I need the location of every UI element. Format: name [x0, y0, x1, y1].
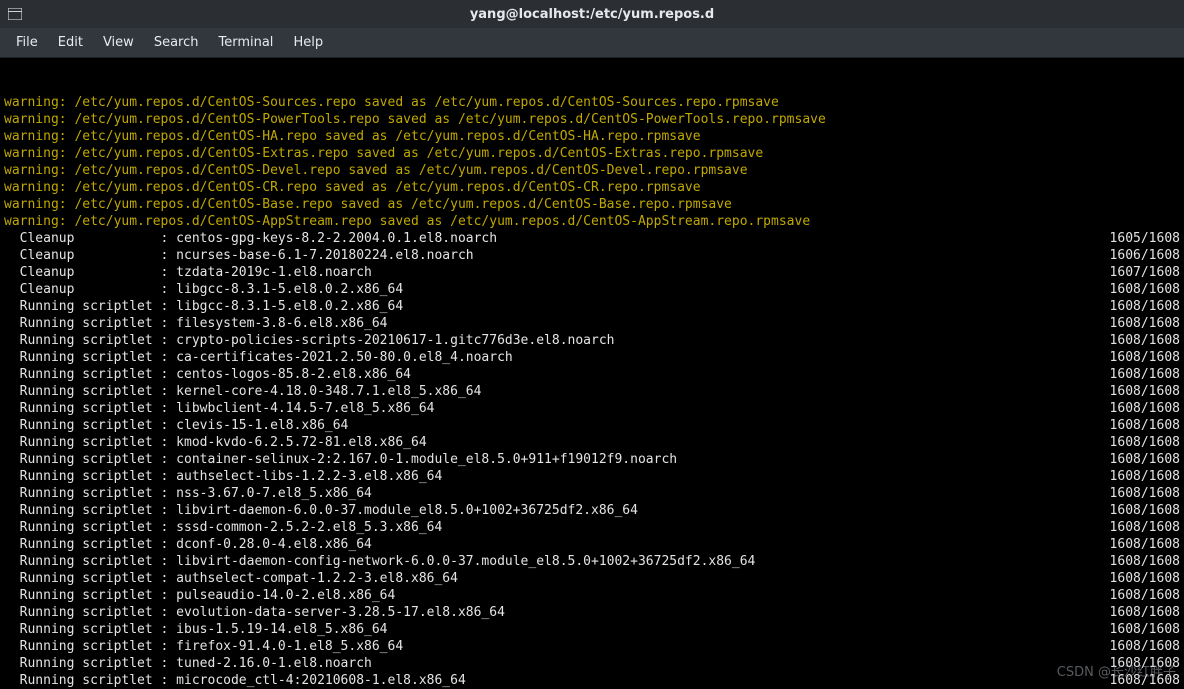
- terminal-row: Running scriptlet : pulseaudio-14.0-2.el…: [4, 587, 1180, 604]
- terminal-line: warning: /etc/yum.repos.d/CentOS-Devel.r…: [4, 162, 1180, 179]
- row-left: Running scriptlet : libwbclient-4.14.5-7…: [4, 400, 434, 417]
- titlebar[interactable]: yang@localhost:/etc/yum.repos.d: [0, 0, 1184, 28]
- row-count: 1607/1608: [1110, 264, 1180, 281]
- terminal-row: Running scriptlet : authselect-compat-1.…: [4, 570, 1180, 587]
- terminal-row: Running scriptlet : clevis-15-1.el8.x86_…: [4, 417, 1180, 434]
- terminal-row: Running scriptlet : libgcc-8.3.1-5.el8.0…: [4, 298, 1180, 315]
- terminal-line: warning: /etc/yum.repos.d/CentOS-Sources…: [4, 94, 1180, 111]
- terminal-row: Running scriptlet : kmod-kvdo-6.2.5.72-8…: [4, 434, 1180, 451]
- app-menu-icon[interactable]: [8, 7, 22, 21]
- menu-view[interactable]: View: [93, 31, 144, 54]
- row-count: 1608/1608: [1110, 468, 1180, 485]
- watermark: CSDN @长沙红胖子: [1057, 664, 1176, 681]
- menubar: File Edit View Search Terminal Help: [0, 28, 1184, 58]
- terminal-row: Running scriptlet : crypto-policies-scri…: [4, 332, 1180, 349]
- row-left: Running scriptlet : evolution-data-serve…: [4, 604, 505, 621]
- terminal-line: warning: /etc/yum.repos.d/CentOS-PowerTo…: [4, 111, 1180, 128]
- row-left: Running scriptlet : kmod-kvdo-6.2.5.72-8…: [4, 434, 427, 451]
- terminal-row: Running scriptlet : libvirt-daemon-6.0.0…: [4, 502, 1180, 519]
- row-count: 1608/1608: [1110, 451, 1180, 468]
- terminal-row: Running scriptlet : container-selinux-2:…: [4, 451, 1180, 468]
- row-count: 1608/1608: [1110, 570, 1180, 587]
- terminal-row: Running scriptlet : libwbclient-4.14.5-7…: [4, 400, 1180, 417]
- terminal-viewport[interactable]: warning: /etc/yum.repos.d/CentOS-Sources…: [0, 58, 1184, 689]
- terminal-row: Running scriptlet : ca-certificates-2021…: [4, 349, 1180, 366]
- terminal-line: warning: /etc/yum.repos.d/CentOS-CR.repo…: [4, 179, 1180, 196]
- row-left: Cleanup : ncurses-base-6.1-7.20180224.el…: [4, 247, 474, 264]
- terminal-row: Running scriptlet : filesystem-3.8-6.el8…: [4, 315, 1180, 332]
- row-count: 1608/1608: [1110, 638, 1180, 655]
- row-count: 1608/1608: [1110, 587, 1180, 604]
- menu-help[interactable]: Help: [283, 31, 333, 54]
- terminal-line: warning: /etc/yum.repos.d/CentOS-Base.re…: [4, 196, 1180, 213]
- row-count: 1608/1608: [1110, 621, 1180, 638]
- row-count: 1606/1608: [1110, 247, 1180, 264]
- row-left: Running scriptlet : crypto-policies-scri…: [4, 332, 614, 349]
- row-left: Running scriptlet : nss-3.67.0-7.el8_5.x…: [4, 485, 372, 502]
- terminal-row: Running scriptlet : centos-logos-85.8-2.…: [4, 366, 1180, 383]
- menu-terminal[interactable]: Terminal: [208, 31, 283, 54]
- row-left: Running scriptlet : libvirt-daemon-6.0.0…: [4, 502, 638, 519]
- terminal-row: Cleanup : tzdata-2019c-1.el8.noarch 1607/…: [4, 264, 1180, 281]
- terminal-row: Running scriptlet : sssd-common-2.5.2-2.…: [4, 519, 1180, 536]
- row-count: 1608/1608: [1110, 400, 1180, 417]
- terminal-row: Running scriptlet : microcode_ctl-4:2021…: [4, 672, 1180, 689]
- row-left: Running scriptlet : ibus-1.5.19-14.el8_5…: [4, 621, 388, 638]
- terminal-line: warning: /etc/yum.repos.d/CentOS-HA.repo…: [4, 128, 1180, 145]
- terminal-row: Running scriptlet : ibus-1.5.19-14.el8_5…: [4, 621, 1180, 638]
- row-left: Running scriptlet : libgcc-8.3.1-5.el8.0…: [4, 298, 403, 315]
- terminal-row: Running scriptlet : firefox-91.4.0-1.el8…: [4, 638, 1180, 655]
- row-count: 1608/1608: [1110, 298, 1180, 315]
- terminal-row: Running scriptlet : tuned-2.16.0-1.el8.n…: [4, 655, 1180, 672]
- row-count: 1608/1608: [1110, 349, 1180, 366]
- row-left: Running scriptlet : firefox-91.4.0-1.el8…: [4, 638, 403, 655]
- terminal-row: Cleanup : ncurses-base-6.1-7.20180224.el…: [4, 247, 1180, 264]
- row-count: 1608/1608: [1110, 315, 1180, 332]
- menu-search[interactable]: Search: [144, 31, 209, 54]
- row-left: Running scriptlet : libvirt-daemon-confi…: [4, 553, 755, 570]
- row-count: 1605/1608: [1110, 230, 1180, 247]
- terminal-row: Running scriptlet : authselect-libs-1.2.…: [4, 468, 1180, 485]
- terminal-row: Running scriptlet : evolution-data-serve…: [4, 604, 1180, 621]
- row-count: 1608/1608: [1110, 604, 1180, 621]
- window-title: yang@localhost:/etc/yum.repos.d: [0, 7, 1184, 22]
- row-count: 1608/1608: [1110, 366, 1180, 383]
- menu-file[interactable]: File: [6, 31, 48, 54]
- terminal-row: Running scriptlet : kernel-core-4.18.0-3…: [4, 383, 1180, 400]
- row-left: Running scriptlet : authselect-libs-1.2.…: [4, 468, 442, 485]
- row-left: Running scriptlet : centos-logos-85.8-2.…: [4, 366, 411, 383]
- row-left: Running scriptlet : clevis-15-1.el8.x86_…: [4, 417, 348, 434]
- row-count: 1608/1608: [1110, 519, 1180, 536]
- row-count: 1608/1608: [1110, 281, 1180, 298]
- row-left: Cleanup : tzdata-2019c-1.el8.noarch: [4, 264, 372, 281]
- row-count: 1608/1608: [1110, 383, 1180, 400]
- row-left: Running scriptlet : pulseaudio-14.0-2.el…: [4, 587, 395, 604]
- terminal-row: Running scriptlet : libvirt-daemon-confi…: [4, 553, 1180, 570]
- row-count: 1608/1608: [1110, 502, 1180, 519]
- terminal-row: Cleanup : centos-gpg-keys-8.2-2.2004.0.1…: [4, 230, 1180, 247]
- terminal-line: warning: /etc/yum.repos.d/CentOS-Extras.…: [4, 145, 1180, 162]
- row-left: Running scriptlet : sssd-common-2.5.2-2.…: [4, 519, 442, 536]
- row-left: Running scriptlet : container-selinux-2:…: [4, 451, 677, 468]
- row-count: 1608/1608: [1110, 553, 1180, 570]
- row-left: Running scriptlet : kernel-core-4.18.0-3…: [4, 383, 481, 400]
- row-count: 1608/1608: [1110, 536, 1180, 553]
- row-left: Cleanup : libgcc-8.3.1-5.el8.0.2.x86_64: [4, 281, 403, 298]
- terminal-row: Running scriptlet : dconf-0.28.0-4.el8.x…: [4, 536, 1180, 553]
- menu-edit[interactable]: Edit: [48, 31, 93, 54]
- row-left: Running scriptlet : microcode_ctl-4:2021…: [4, 672, 466, 689]
- row-left: Running scriptlet : filesystem-3.8-6.el8…: [4, 315, 388, 332]
- terminal-row: Running scriptlet : nss-3.67.0-7.el8_5.x…: [4, 485, 1180, 502]
- row-left: Cleanup : centos-gpg-keys-8.2-2.2004.0.1…: [4, 230, 497, 247]
- row-left: Running scriptlet : ca-certificates-2021…: [4, 349, 513, 366]
- row-count: 1608/1608: [1110, 332, 1180, 349]
- row-count: 1608/1608: [1110, 434, 1180, 451]
- row-count: 1608/1608: [1110, 485, 1180, 502]
- terminal-line: warning: /etc/yum.repos.d/CentOS-AppStre…: [4, 213, 1180, 230]
- row-left: Running scriptlet : tuned-2.16.0-1.el8.n…: [4, 655, 372, 672]
- terminal-row: Cleanup : libgcc-8.3.1-5.el8.0.2.x86_64 1…: [4, 281, 1180, 298]
- row-left: Running scriptlet : dconf-0.28.0-4.el8.x…: [4, 536, 372, 553]
- row-left: Running scriptlet : authselect-compat-1.…: [4, 570, 458, 587]
- row-count: 1608/1608: [1110, 417, 1180, 434]
